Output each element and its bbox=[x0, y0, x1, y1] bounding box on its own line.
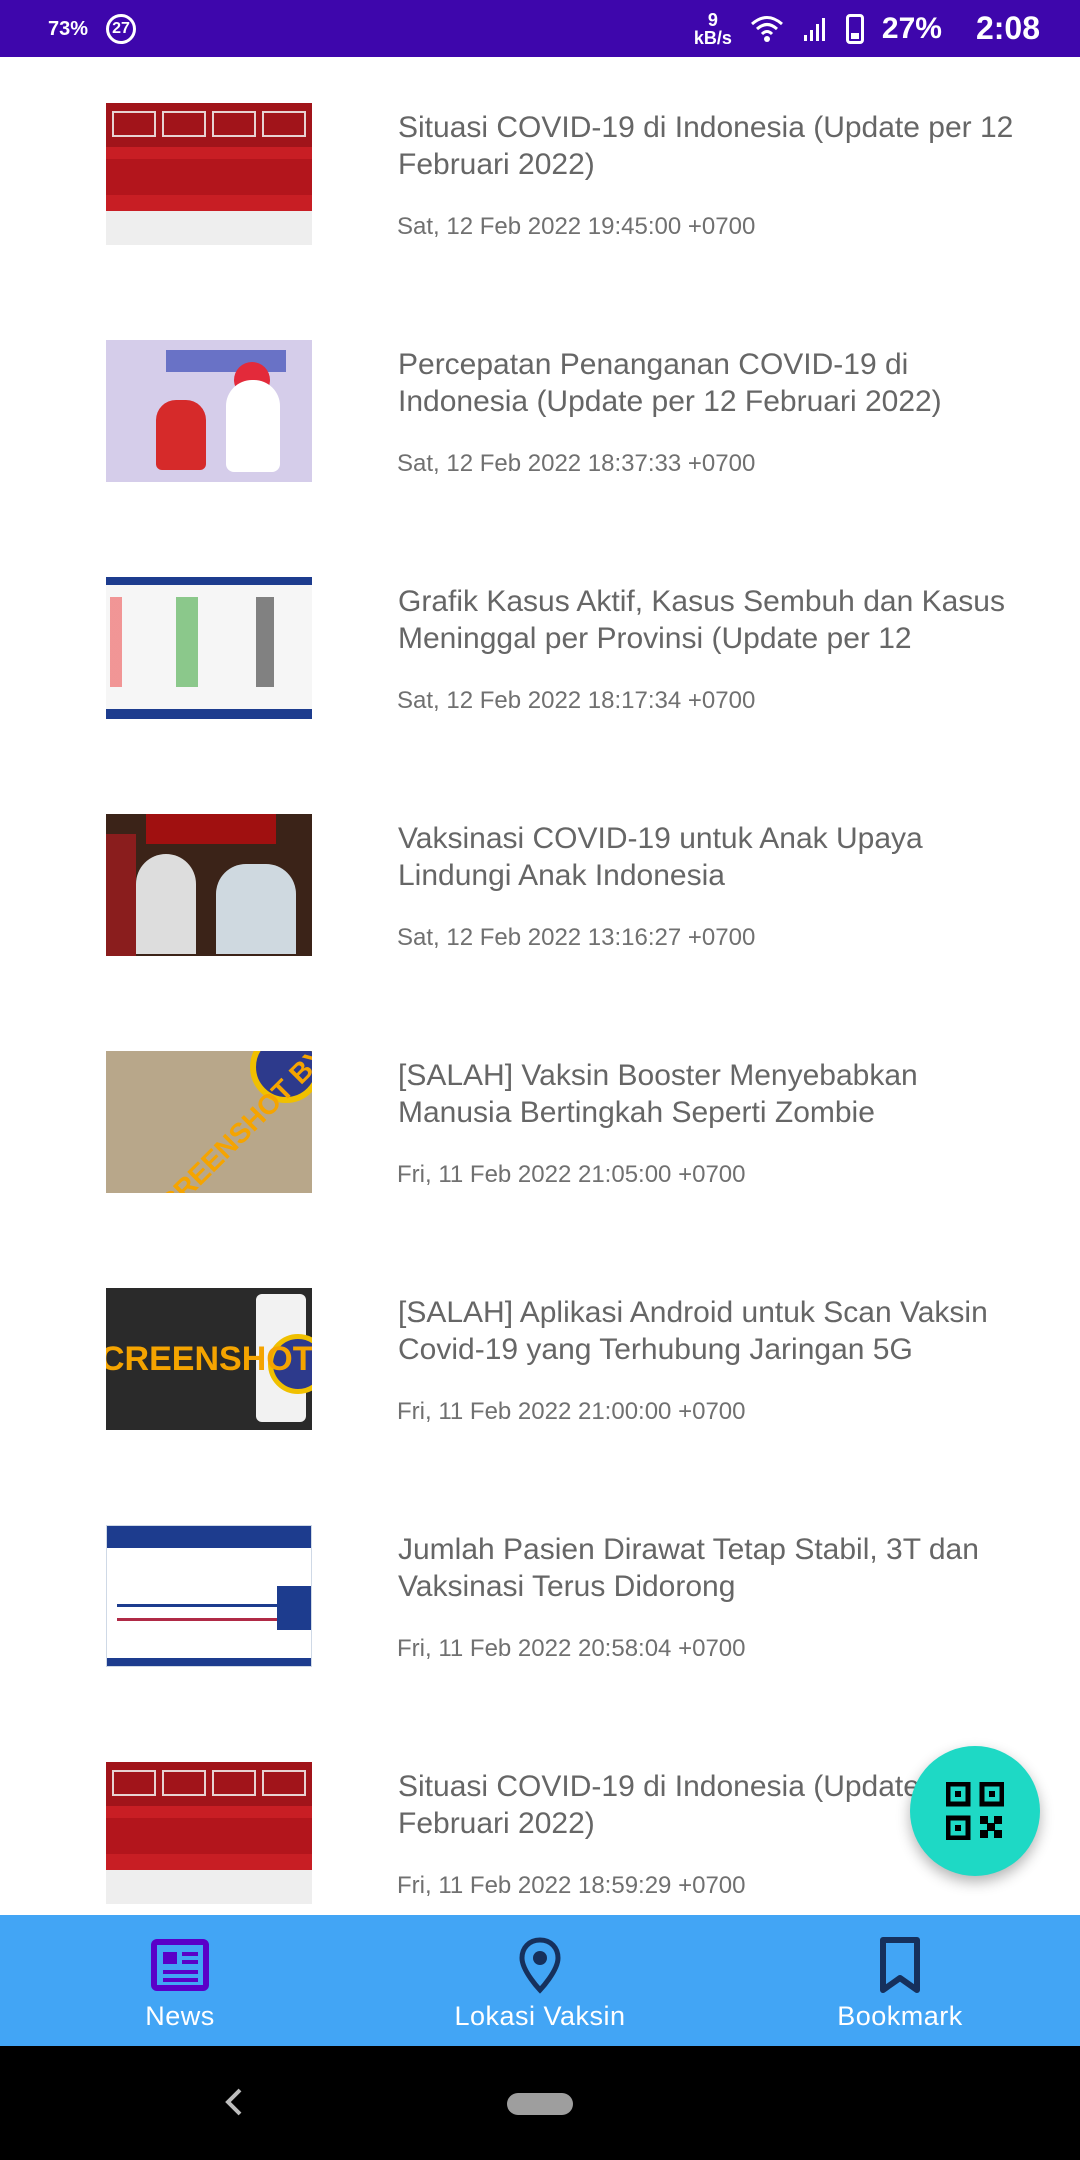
news-date: Sat, 12 Feb 2022 18:17:34 +0700 bbox=[397, 687, 756, 714]
news-thumbnail bbox=[106, 1525, 312, 1667]
location-pin-icon bbox=[519, 1937, 561, 1994]
newspaper-icon bbox=[151, 1939, 209, 1991]
nav-news[interactable]: News bbox=[0, 1915, 360, 2046]
battery-percent: 27% bbox=[881, 11, 942, 45]
system-navigation-bar bbox=[0, 2046, 1080, 2160]
qr-code-icon bbox=[946, 1782, 1004, 1840]
data-saver-indicator: 73% bbox=[48, 17, 89, 40]
news-date: Sat, 12 Feb 2022 18:37:33 +0700 bbox=[397, 450, 756, 477]
news-item[interactable]: SCREENSHOT BY [SALAH] Vaksin Booster Men… bbox=[0, 1005, 1080, 1242]
bookmark-icon bbox=[880, 1937, 920, 1993]
news-item[interactable]: Grafik Kasus Aktif, Kasus Sembuh dan Kas… bbox=[0, 531, 1080, 768]
nav-bookmark-label: Bookmark bbox=[837, 2001, 963, 2031]
news-date: Fri, 11 Feb 2022 18:59:29 +0700 bbox=[397, 1872, 746, 1899]
nav-news-label: News bbox=[145, 2001, 215, 2031]
news-title: [SALAH] Aplikasi Android untuk Scan Vaks… bbox=[398, 1296, 988, 1366]
network-speed-unit: kB/s bbox=[693, 27, 732, 48]
news-item[interactable]: Situasi COVID-19 di Indonesia (Update pe… bbox=[0, 57, 1080, 294]
news-date: Sat, 12 Feb 2022 19:45:00 +0700 bbox=[397, 213, 756, 240]
news-thumbnail bbox=[106, 103, 312, 245]
network-speed: 9 kB/s bbox=[694, 11, 732, 47]
news-title: Situasi COVID-19 di Indonesia (Update pe… bbox=[398, 111, 1014, 181]
news-title: Jumlah Pasien Dirawat Tetap Stabil, 3T d… bbox=[398, 1533, 979, 1603]
nav-lokasi-vaksin[interactable]: Lokasi Vaksin bbox=[360, 1915, 720, 2046]
news-date: Fri, 11 Feb 2022 20:58:04 +0700 bbox=[397, 1635, 746, 1662]
news-title: Grafik Kasus Aktif, Kasus Sembuh dan Kas… bbox=[398, 585, 1005, 655]
news-title: [SALAH] Vaksin Booster Menyebabkan Manus… bbox=[398, 1059, 918, 1129]
news-thumbnail: SCREENSHOT BY bbox=[106, 1051, 312, 1193]
news-date: Fri, 11 Feb 2022 21:00:00 +0700 bbox=[397, 1398, 746, 1425]
back-arrow-icon[interactable] bbox=[214, 2082, 254, 2122]
news-item[interactable]: Vaksinasi COVID-19 untuk Anak Upaya Lind… bbox=[0, 768, 1080, 1005]
nav-bookmark[interactable]: Bookmark bbox=[720, 1915, 1080, 2046]
news-title: Vaksinasi COVID-19 untuk Anak Upaya Lind… bbox=[398, 822, 923, 892]
news-thumbnail bbox=[106, 577, 312, 719]
news-date: Sat, 12 Feb 2022 13:16:27 +0700 bbox=[397, 924, 756, 951]
news-thumbnail: CREENSHOT BY bbox=[106, 1288, 312, 1430]
news-thumbnail bbox=[106, 814, 312, 956]
notification-count-badge: 27 bbox=[106, 13, 137, 44]
nav-lokasi-label: Lokasi Vaksin bbox=[454, 2001, 626, 2031]
news-item[interactable]: Jumlah Pasien Dirawat Tetap Stabil, 3T d… bbox=[0, 1479, 1080, 1716]
news-list[interactable]: Situasi COVID-19 di Indonesia (Update pe… bbox=[0, 57, 1080, 1915]
news-item[interactable]: Percepatan Penanganan COVID-19 di Indone… bbox=[0, 294, 1080, 531]
thumbnail-watermark: CREENSHOT BY bbox=[106, 1340, 312, 1378]
cell-signal-icon bbox=[803, 17, 825, 41]
news-item[interactable]: CREENSHOT BY [SALAH] Aplikasi Android un… bbox=[0, 1242, 1080, 1479]
qr-scan-button[interactable] bbox=[910, 1746, 1040, 1876]
news-thumbnail bbox=[106, 340, 312, 482]
status-bar: 73% 27 9 kB/s 27% 2:08 bbox=[0, 0, 1080, 57]
news-date: Fri, 11 Feb 2022 21:05:00 +0700 bbox=[397, 1161, 746, 1188]
network-speed-value: 9 bbox=[707, 9, 718, 30]
battery-icon bbox=[845, 13, 864, 44]
bottom-navigation: News Lokasi Vaksin Bookmark bbox=[0, 1915, 1080, 2046]
news-title: Percepatan Penanganan COVID-19 di Indone… bbox=[398, 348, 942, 418]
home-pill[interactable] bbox=[507, 2093, 573, 2115]
news-thumbnail bbox=[106, 1762, 312, 1904]
thumbnail-watermark: SCREENSHOT BY bbox=[140, 1051, 312, 1193]
clock: 2:08 bbox=[975, 10, 1040, 46]
wifi-icon bbox=[750, 15, 783, 42]
